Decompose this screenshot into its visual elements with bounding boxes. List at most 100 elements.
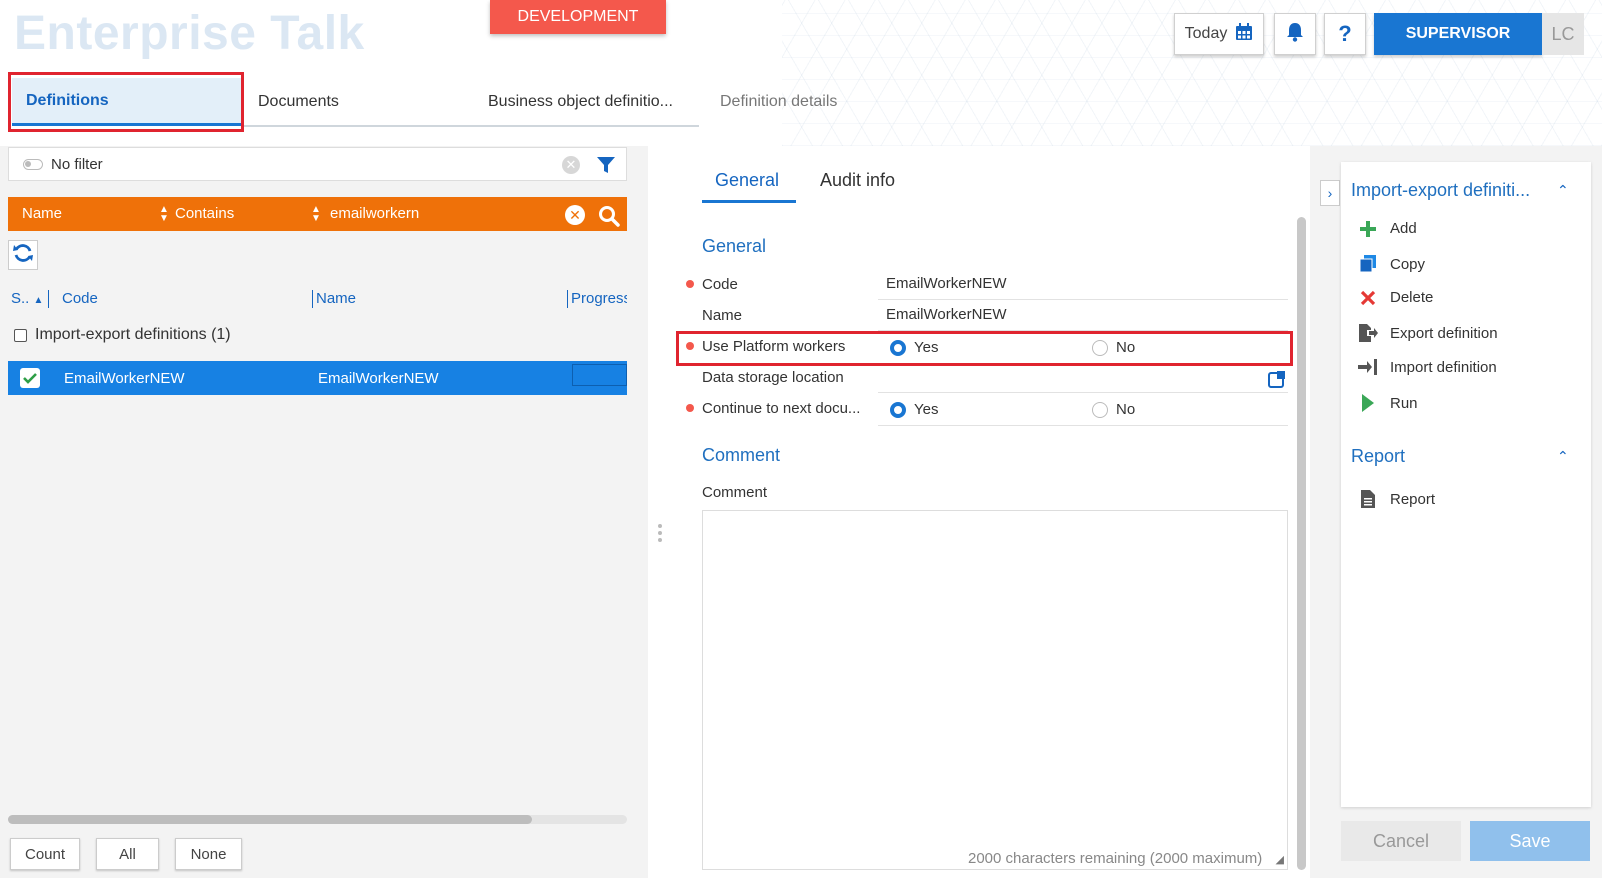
sort-arrows-icon: ▲ ▼ <box>159 204 169 224</box>
comment-label: Comment <box>702 484 768 501</box>
copy-action[interactable]: Copy <box>1358 255 1425 273</box>
horizontal-scrollbar-thumb[interactable] <box>8 815 532 824</box>
search-operator-select[interactable]: Contains <box>175 205 234 222</box>
save-button[interactable]: Save <box>1470 821 1590 861</box>
delete-action[interactable]: Delete <box>1358 289 1433 306</box>
chevron-right-icon: › <box>1327 185 1333 201</box>
copy-icon <box>1358 255 1378 273</box>
table-row[interactable]: EmailWorkerNEW EmailWorkerNEW <box>8 361 627 395</box>
radio-selected-icon <box>890 401 906 418</box>
refresh-button[interactable] <box>8 240 38 270</box>
today-button[interactable]: Today <box>1174 13 1264 55</box>
group-label: Import-export definitions (1) <box>35 326 231 343</box>
name-field[interactable]: EmailWorkerNEW <box>878 301 1288 331</box>
chevron-up-icon[interactable]: ⌃ <box>1557 448 1569 465</box>
code-label: Code <box>702 276 738 293</box>
cancel-button[interactable]: Cancel <box>1341 821 1461 861</box>
continue-next-document-yes[interactable]: Yes <box>890 401 938 418</box>
panel-splitter[interactable] <box>658 524 662 545</box>
column-header-progress[interactable]: Progress <box>571 290 627 307</box>
column-header-code[interactable]: Code <box>62 290 98 307</box>
required-indicator <box>686 404 694 412</box>
tab-underline <box>244 125 699 127</box>
collapse-panel-button[interactable]: › <box>1320 180 1340 206</box>
use-platform-workers-no[interactable]: No <box>1092 339 1135 356</box>
row-checkbox[interactable] <box>20 368 40 388</box>
tab-definition-details[interactable]: Definition details <box>720 78 837 126</box>
filter-bar[interactable]: No filter ✕ <box>8 147 627 181</box>
required-indicator <box>686 280 694 288</box>
app-title: Enterprise Talk <box>14 7 365 60</box>
plus-icon <box>1358 220 1378 237</box>
filter-label: No filter <box>51 155 103 173</box>
horizontal-scrollbar[interactable] <box>8 815 627 824</box>
chevron-up-icon[interactable]: ⌃ <box>1557 182 1569 199</box>
use-platform-workers-yes[interactable]: Yes <box>890 339 938 356</box>
run-action[interactable]: Run <box>1358 394 1418 412</box>
radio-unselected-icon <box>1092 339 1108 356</box>
name-label: Name <box>702 307 743 324</box>
calendar-icon <box>1235 22 1253 46</box>
continue-next-document-row <box>878 394 1288 426</box>
radio-unselected-icon <box>1092 401 1108 418</box>
sort-arrows-icon: ▲ ▼ <box>311 204 321 224</box>
notifications-button[interactable] <box>1274 13 1316 55</box>
report-section-title: Report <box>1351 446 1406 466</box>
tab-definitions[interactable]: Definitions <box>12 78 244 126</box>
data-storage-location-label: Data storage location <box>702 369 844 386</box>
clear-search-icon[interactable]: ✕ <box>565 205 585 225</box>
continue-next-document-no[interactable]: No <box>1092 401 1135 418</box>
none-button[interactable]: None <box>175 838 242 870</box>
column-header-status[interactable]: S.. ▲ <box>11 290 43 307</box>
tab-general-underline <box>702 200 796 203</box>
section-comment-title: Comment <box>702 445 781 465</box>
tab-documents[interactable]: Documents <box>258 78 339 126</box>
user-role-button[interactable]: SUPERVISOR <box>1374 13 1542 55</box>
search-icon[interactable] <box>598 205 620 231</box>
play-icon <box>1358 394 1378 412</box>
continue-next-document-label: Continue to next docu... <box>702 400 861 417</box>
chars-remaining: 2000 characters remaining (2000 maximum) <box>968 850 1263 867</box>
import-definition-action[interactable]: Import definition <box>1358 358 1497 376</box>
column-header-name[interactable]: Name <box>316 290 356 307</box>
section-general-title: General <box>702 236 767 256</box>
open-lookup-icon[interactable] <box>1268 370 1286 392</box>
filter-toggle-icon[interactable] <box>23 158 43 170</box>
add-action[interactable]: Add <box>1358 220 1417 237</box>
required-indicator <box>686 342 694 350</box>
report-action[interactable]: Report <box>1358 490 1435 508</box>
bell-icon <box>1286 22 1304 47</box>
clear-filter-icon[interactable]: ✕ <box>562 156 580 174</box>
tab-business-object-definitions[interactable]: Business object definitio... <box>488 78 673 126</box>
user-initials-avatar[interactable]: LC <box>1542 13 1584 55</box>
group-checkbox[interactable] <box>14 328 27 342</box>
tab-general[interactable]: General <box>715 170 779 191</box>
code-field[interactable]: EmailWorkerNEW <box>878 270 1288 300</box>
search-input[interactable]: emailworkern <box>330 205 419 222</box>
refresh-icon <box>12 242 34 268</box>
all-button[interactable]: All <box>96 838 159 870</box>
data-storage-location-field[interactable] <box>878 363 1288 393</box>
column-separator <box>48 290 49 308</box>
search-bar: Name ▲ ▼ Contains ▲ ▼ emailworkern ✕ <box>8 197 627 231</box>
column-separator <box>312 290 313 308</box>
environment-badge: DEVELOPMENT <box>490 0 666 34</box>
group-row[interactable]: Import-export definitions (1) <box>14 326 231 344</box>
document-icon <box>1358 490 1378 508</box>
export-definition-action[interactable]: Export definition <box>1358 324 1498 342</box>
count-button[interactable]: Count <box>10 838 80 870</box>
today-label: Today <box>1184 25 1228 42</box>
comment-textarea[interactable]: ◢ <box>702 510 1288 870</box>
row-progress-bar <box>572 364 627 386</box>
tab-audit-info[interactable]: Audit info <box>820 170 895 191</box>
actions-section-title: Import-export definiti... <box>1351 180 1531 200</box>
resize-handle-icon[interactable]: ◢ <box>1276 853 1284 866</box>
help-button[interactable]: ? <box>1324 13 1366 55</box>
search-field-select[interactable]: Name <box>22 205 62 222</box>
use-platform-workers-label: Use Platform workers <box>702 338 846 355</box>
vertical-scrollbar[interactable] <box>1297 217 1306 870</box>
funnel-icon[interactable] <box>596 155 616 179</box>
check-icon <box>23 373 37 384</box>
radio-selected-icon <box>890 339 906 356</box>
row-code: EmailWorkerNEW <box>64 370 185 387</box>
